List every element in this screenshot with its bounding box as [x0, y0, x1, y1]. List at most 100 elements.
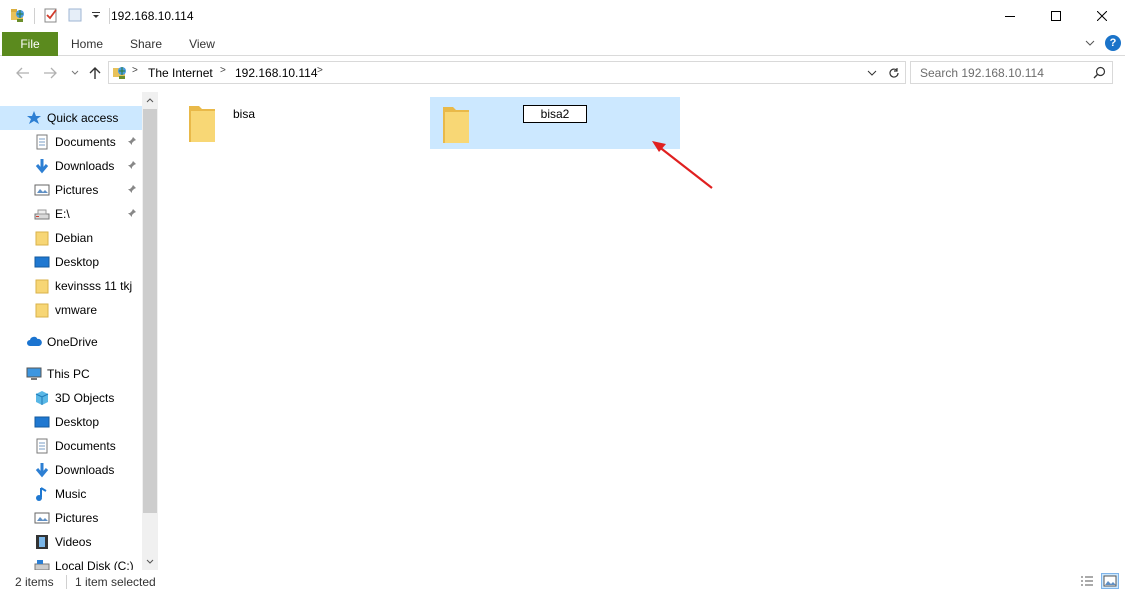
sidebar-item-label: Debian: [55, 231, 94, 245]
sidebar-item-label: Desktop: [55, 415, 100, 429]
sidebar-item-label: Desktop: [55, 255, 100, 269]
sidebar-item-label: Pictures: [55, 511, 99, 525]
sidebar-item-pc-downloads[interactable]: Downloads: [0, 458, 142, 482]
pin-icon: [127, 159, 137, 173]
expand-ribbon-icon[interactable]: [1084, 37, 1096, 52]
tab-file[interactable]: File: [2, 32, 58, 56]
sidebar-item-label: Downloads: [55, 159, 115, 173]
maximize-button[interactable]: [1033, 0, 1079, 32]
sidebar-item-pc-desktop[interactable]: Desktop: [0, 410, 142, 434]
download-arrow-icon: [34, 462, 50, 478]
sidebar-item-this-pc[interactable]: This PC: [0, 362, 142, 386]
sidebar-item-local-disk[interactable]: Local Disk (C:): [0, 554, 142, 570]
folder-icon: [34, 230, 50, 246]
large-icons-view-button[interactable]: [1101, 573, 1119, 589]
desktop-icon: [34, 254, 50, 270]
pictures-icon: [34, 510, 50, 526]
breadcrumb-the-internet[interactable]: The Internet: [148, 66, 213, 80]
sidebar-item-pictures[interactable]: Pictures: [0, 178, 142, 202]
scroll-up-arrow-icon[interactable]: [142, 92, 158, 108]
sidebar-item-label: Downloads: [55, 463, 115, 477]
sidebar-item-label: vmware: [55, 303, 98, 317]
sidebar-item-label: E:\: [55, 207, 70, 221]
film-strip-icon: [34, 534, 50, 550]
refresh-button[interactable]: [883, 61, 905, 84]
sidebar-item-label: This PC: [47, 367, 90, 381]
sidebar-item-music[interactable]: Music: [0, 482, 142, 506]
scroll-thumb[interactable]: [143, 109, 157, 513]
tab-share[interactable]: Share: [122, 32, 170, 56]
address-history-dropdown[interactable]: [863, 61, 880, 84]
status-bar: 2 items 1 item selected: [0, 570, 1125, 593]
sidebar-item-vmware[interactable]: vmware: [0, 298, 142, 322]
sidebar-item-label: kevinsss 11 tkj: [55, 279, 133, 293]
forward-button[interactable]: [40, 64, 60, 82]
scroll-down-arrow-icon[interactable]: [142, 554, 158, 570]
quick-access-toolbar: [10, 7, 110, 25]
toolbar-separator: [34, 8, 35, 24]
sidebar-item-desktop[interactable]: Desktop: [0, 250, 142, 274]
navigation-pane: Quick access Documents Downloads Picture…: [0, 92, 158, 570]
sidebar-item-pc-pictures[interactable]: Pictures: [0, 506, 142, 530]
sidebar-item-label: Music: [55, 487, 87, 501]
breadcrumb-current[interactable]: 192.168.10.114: [235, 66, 318, 80]
new-folder-icon[interactable]: [67, 7, 83, 26]
music-note-icon: [34, 486, 50, 502]
status-divider: [66, 575, 67, 589]
customize-toolbar-icon[interactable]: [91, 9, 101, 23]
details-view-button[interactable]: [1078, 573, 1096, 589]
up-button[interactable]: [85, 64, 105, 82]
navigation-scrollbar[interactable]: [142, 92, 158, 570]
window-title: 192.168.10.114: [111, 9, 194, 23]
pin-icon: [127, 135, 137, 149]
search-icon[interactable]: [1093, 66, 1106, 82]
removable-drive-icon: [34, 206, 50, 222]
sidebar-item-documents[interactable]: Documents: [0, 130, 142, 154]
toolbar-separator: [109, 8, 110, 24]
pin-icon: [127, 207, 137, 221]
close-button[interactable]: [1079, 0, 1125, 32]
back-button[interactable]: [13, 64, 33, 82]
sidebar-item-label: 3D Objects: [55, 391, 115, 405]
sidebar-item-quick-access[interactable]: Quick access: [0, 106, 142, 130]
pictures-icon: [34, 182, 50, 198]
chevron-right-icon[interactable]: >: [132, 65, 138, 76]
item-count: 2 items: [15, 575, 54, 589]
file-item-bisa2[interactable]: bisa2: [430, 97, 680, 149]
sidebar-item-label: Documents: [55, 135, 116, 149]
help-icon[interactable]: ?: [1105, 35, 1121, 51]
tab-home[interactable]: Home: [62, 32, 112, 56]
network-folder-icon[interactable]: [10, 7, 26, 26]
sidebar-item-downloads[interactable]: Downloads: [0, 154, 142, 178]
chevron-right-icon[interactable]: >: [220, 65, 226, 76]
sidebar-item-label: Videos: [55, 535, 92, 549]
sidebar-item-3d-objects[interactable]: 3D Objects: [0, 386, 142, 410]
file-name: bisa: [233, 107, 256, 121]
sidebar-item-drive-e[interactable]: E:\: [0, 202, 142, 226]
sidebar-item-pc-documents[interactable]: Documents: [0, 434, 142, 458]
folder-icon: [187, 102, 217, 147]
document-icon: [34, 134, 50, 150]
cube-icon: [34, 390, 50, 406]
sidebar-item-label: Documents: [55, 439, 116, 453]
tab-view[interactable]: View: [180, 32, 224, 56]
desktop-icon: [34, 414, 50, 430]
recent-locations-button[interactable]: [65, 64, 85, 82]
chevron-right-icon[interactable]: >: [317, 65, 323, 76]
sidebar-item-onedrive[interactable]: OneDrive: [0, 330, 142, 354]
selection-count: 1 item selected: [75, 575, 156, 589]
annotation-arrow: [652, 141, 713, 189]
properties-icon[interactable]: [43, 7, 59, 26]
search-box[interactable]: Search 192.168.10.114: [910, 61, 1113, 84]
address-bar[interactable]: > The Internet > 192.168.10.114 >: [108, 61, 906, 84]
sidebar-item-debian[interactable]: Debian: [0, 226, 142, 250]
file-list[interactable]: bisa bisa2: [158, 92, 1125, 570]
search-input[interactable]: Search 192.168.10.114: [920, 66, 1044, 80]
rename-input[interactable]: bisa2: [523, 105, 587, 123]
sidebar-item-videos[interactable]: Videos: [0, 530, 142, 554]
minimize-button[interactable]: [987, 0, 1033, 32]
sidebar-item-label: OneDrive: [47, 335, 98, 349]
file-item-bisa[interactable]: bisa: [178, 98, 418, 148]
sidebar-item-kevinsss[interactable]: kevinsss 11 tkj: [0, 274, 142, 298]
pin-icon: [127, 183, 137, 197]
